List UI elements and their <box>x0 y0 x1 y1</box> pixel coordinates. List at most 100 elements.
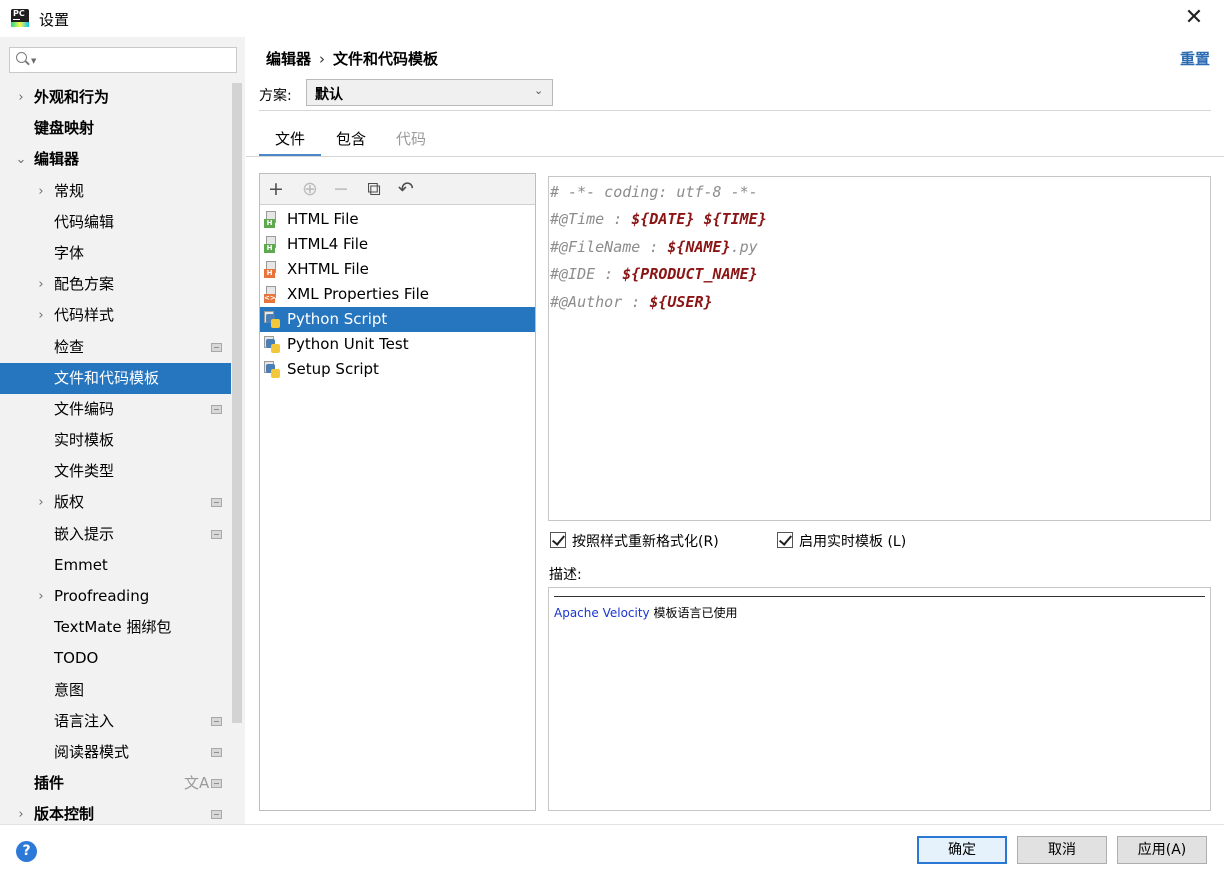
sidebar-item[interactable]: ⌄ 编辑器 <box>0 144 231 175</box>
breadcrumb-item: 文件和代码模板 <box>333 50 439 68</box>
project-settings-icon <box>211 529 222 539</box>
project-settings-icon <box>211 747 222 757</box>
sidebar-item[interactable]: 嵌入提示 <box>0 519 231 550</box>
translate-icon: 文A <box>184 774 210 793</box>
checkbox-checked-icon <box>550 532 566 548</box>
template-name: HTML4 File <box>287 235 369 253</box>
sidebar-item[interactable]: › 版本控制 <box>0 799 231 830</box>
search-options-icon[interactable]: ▼ <box>31 57 36 65</box>
template-name: XML Properties File <box>287 285 430 303</box>
chevron-right-icon[interactable]: › <box>34 300 48 331</box>
chevron-right-icon[interactable]: › <box>34 269 48 300</box>
html-file-icon: H <box>264 211 280 228</box>
sidebar-item-label: 文件和代码模板 <box>54 368 160 387</box>
sidebar-item[interactable]: 实时模板 <box>0 425 231 456</box>
reset-link[interactable]: 重置 <box>1180 48 1210 69</box>
sidebar-item-label: 代码样式 <box>54 306 115 325</box>
sidebar-item[interactable]: 语言注入 <box>0 706 231 737</box>
sidebar-item[interactable]: 插件 文A <box>0 768 231 799</box>
sidebar-item-label: 阅读器模式 <box>54 742 130 761</box>
sidebar-item[interactable]: › 版权 <box>0 487 231 518</box>
scheme-label: 方案: <box>259 88 292 104</box>
sidebar-item[interactable]: 检查 <box>0 332 231 363</box>
chevron-right-icon[interactable]: › <box>14 82 28 113</box>
project-settings-icon <box>211 810 222 820</box>
sidebar-item[interactable]: › 配色方案 <box>0 269 231 300</box>
code-comment <box>695 210 704 228</box>
scheme-dropdown[interactable]: 默认 ⌄ <box>306 79 553 106</box>
python-file-icon <box>264 311 280 328</box>
close-icon[interactable]: ✕ <box>1180 5 1208 33</box>
remove-icon[interactable]: − <box>329 176 353 202</box>
template-list-item[interactable]: Python Unit Test <box>260 332 535 357</box>
velocity-link[interactable]: Apache Velocity <box>554 606 650 620</box>
cancel-button[interactable]: 取消 <box>1017 836 1107 864</box>
sidebar-item-label: Proofreading <box>54 587 150 605</box>
code-comment: # -*- coding: utf-8 -*- <box>550 183 758 201</box>
sidebar-item-label: 常规 <box>54 181 85 200</box>
template-variable: ${USER} <box>649 293 713 311</box>
description-box: Apache Velocity 模板语言已使用 <box>548 587 1211 811</box>
sidebar-item[interactable]: › 常规 <box>0 176 231 207</box>
template-name: Setup Script <box>287 360 379 378</box>
chevron-right-icon[interactable]: › <box>14 799 28 830</box>
chevron-right-icon[interactable]: › <box>34 176 48 207</box>
template-variable: ${NAME} <box>667 238 731 256</box>
template-list-item[interactable]: H HTML File <box>260 207 535 232</box>
revert-icon[interactable]: ↶ <box>394 176 418 202</box>
copy-icon[interactable]: ⧉ <box>362 176 386 202</box>
sidebar-item-label: TextMate 捆绑包 <box>54 618 172 637</box>
sidebar-item[interactable]: 文件编码 <box>0 394 231 425</box>
code-line: #@Author : ${USER} <box>550 293 713 311</box>
chevron-right-icon[interactable]: › <box>34 487 48 518</box>
search-input[interactable]: ▼ <box>9 47 237 73</box>
sidebar-item-label: 意图 <box>54 680 85 699</box>
sidebar-item[interactable]: TODO <box>0 643 231 674</box>
breadcrumb: 编辑器 › 文件和代码模板 <box>266 48 438 69</box>
template-list-item[interactable]: Python Script <box>260 307 535 332</box>
sidebar-item[interactable]: 意图 <box>0 675 231 706</box>
xhtml-file-icon: H <box>264 261 280 278</box>
ok-button[interactable]: 确定 <box>917 836 1007 864</box>
template-list-panel: + ⊕ − ⧉ ↶ H HTML File H HTML4 File H XHTML Fi… <box>259 173 536 811</box>
sidebar-item[interactable]: 文件和代码模板 <box>0 362 231 394</box>
code-line: #@FileName : ${NAME}.py <box>550 238 758 256</box>
sidebar-item[interactable]: 字体 <box>0 238 231 269</box>
tab-includes[interactable]: 包含 <box>321 127 381 157</box>
sidebar-item[interactable]: 键盘映射 <box>0 113 231 144</box>
help-button[interactable]: ? <box>16 841 37 862</box>
template-variable: ${DATE} <box>631 210 695 228</box>
settings-sidebar: ▼ › 外观和行为 键盘映射 ⌄ 编辑器 › 常规 代码编辑 字体 › 配色方案 › 代码样式 检查 文件和… <box>0 37 245 824</box>
chevron-down-icon[interactable]: ⌄ <box>14 144 28 175</box>
template-list-item[interactable]: <> XML Properties File <box>260 282 535 307</box>
apply-button[interactable]: 应用(A) <box>1117 836 1207 864</box>
window-title: 设置 <box>39 11 70 29</box>
sidebar-scrollbar[interactable] <box>232 83 242 723</box>
sidebar-item[interactable]: › Proofreading <box>0 581 231 612</box>
chevron-down-icon: ⌄ <box>534 84 544 97</box>
tab-files[interactable]: 文件 <box>259 127 321 157</box>
template-list-item[interactable]: H HTML4 File <box>260 232 535 257</box>
checkbox-checked-icon <box>777 532 793 548</box>
sidebar-item[interactable]: Emmet <box>0 550 231 581</box>
chevron-right-icon[interactable]: › <box>34 581 48 612</box>
sidebar-item[interactable]: 文件类型 <box>0 456 231 487</box>
scheme-value: 默认 <box>315 87 343 103</box>
template-list-item[interactable]: H XHTML File <box>260 257 535 282</box>
project-settings-icon <box>211 779 222 789</box>
add-child-icon[interactable]: ⊕ <box>298 176 322 202</box>
sidebar-item[interactable]: › 外观和行为 <box>0 82 231 113</box>
tab-code[interactable]: 代码 <box>381 127 441 157</box>
python-file-icon <box>264 361 280 378</box>
sidebar-item[interactable]: TextMate 捆绑包 <box>0 612 231 643</box>
sidebar-item[interactable]: 代码编辑 <box>0 207 231 238</box>
code-line: #@Time : ${DATE} ${TIME} <box>550 210 767 228</box>
sidebar-item[interactable]: 阅读器模式 <box>0 737 231 768</box>
template-editor[interactable]: # -*- coding: utf-8 -*- #@Time : ${DATE} … <box>548 176 1211 521</box>
template-name: XHTML File <box>287 260 369 278</box>
template-list-item[interactable]: Setup Script <box>260 357 535 382</box>
project-settings-icon <box>211 342 222 352</box>
code-comment: #@FileName : <box>550 238 668 256</box>
sidebar-item[interactable]: › 代码样式 <box>0 300 231 331</box>
add-icon[interactable]: + <box>264 176 288 202</box>
